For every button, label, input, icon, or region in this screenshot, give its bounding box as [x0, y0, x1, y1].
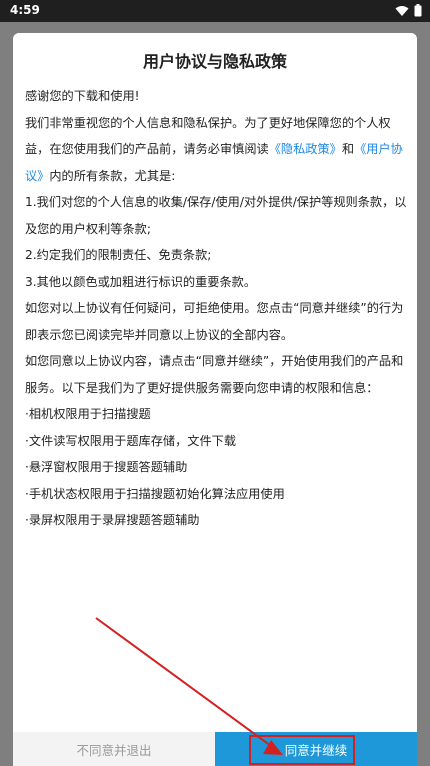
clause-3: 3.其他以颜色或加粗进行标识的重要条款。	[25, 274, 257, 289]
decline-button[interactable]: 不同意并退出	[13, 732, 215, 766]
status-icons	[395, 4, 422, 17]
clause-2: 2.约定我们的限制责任、免责条款;	[25, 248, 212, 262]
dialog-body[interactable]: 感谢您的下载和使用! 我们非常重视您的个人信息和隐私保护。为了更好地保障您的个人…	[25, 83, 411, 534]
permission-item-phone-state: ·手机状态权限用于扫描搜题初始化算法应用使用	[25, 486, 285, 501]
dialog-title: 用户协议与隐私政策	[142, 52, 287, 71]
agree-note: 如您同意以上协议内容，请点击“同意并继续”，开始使用我们的产品和服务。以下是我们…	[25, 354, 404, 395]
battery-icon	[414, 4, 422, 17]
permission-item-camera: ·相机权限用于扫描搜题	[25, 407, 151, 421]
intro-paragraph: 我们非常重视您的个人信息和隐私保护。为了更好地保障您的个人权益，在您使用我们的产…	[25, 110, 411, 190]
accept-button[interactable]: 同意并继续	[215, 732, 417, 766]
permission-item-screen-record: ·录屏权限用于录屏搜题答题辅助	[25, 513, 200, 527]
wifi-icon	[395, 5, 409, 16]
clause-1: 1.我们对您的个人信息的收集/保存/使用/对外提供/保护等规则条款，以及您的用户…	[25, 195, 407, 236]
greeting-text: 感谢您的下载和使用!	[25, 89, 140, 103]
permission-item-storage: ·文件读写权限用于题库存储，文件下载	[25, 433, 237, 448]
privacy-dialog: 用户协议与隐私政策 感谢您的下载和使用! 我们非常重视您的个人信息和隐私保护。为…	[13, 33, 417, 766]
permission-item-overlay: ·悬浮窗权限用于搜题答题辅助	[25, 460, 188, 474]
status-bar: 4:59	[0, 0, 430, 22]
privacy-policy-link[interactable]: 《隐私政策》	[269, 142, 342, 156]
refuse-note: 如您对以上协议有任何疑问，可拒绝使用。您点击“同意并继续”的行为即表示您已阅读完…	[25, 301, 404, 342]
intro-and-text: 和	[341, 142, 355, 156]
intro-text-2: 内的所有条款，尤其是:	[49, 168, 176, 183]
status-time: 4:59	[10, 3, 40, 17]
dialog-footer: 不同意并退出 同意并继续	[13, 732, 417, 766]
